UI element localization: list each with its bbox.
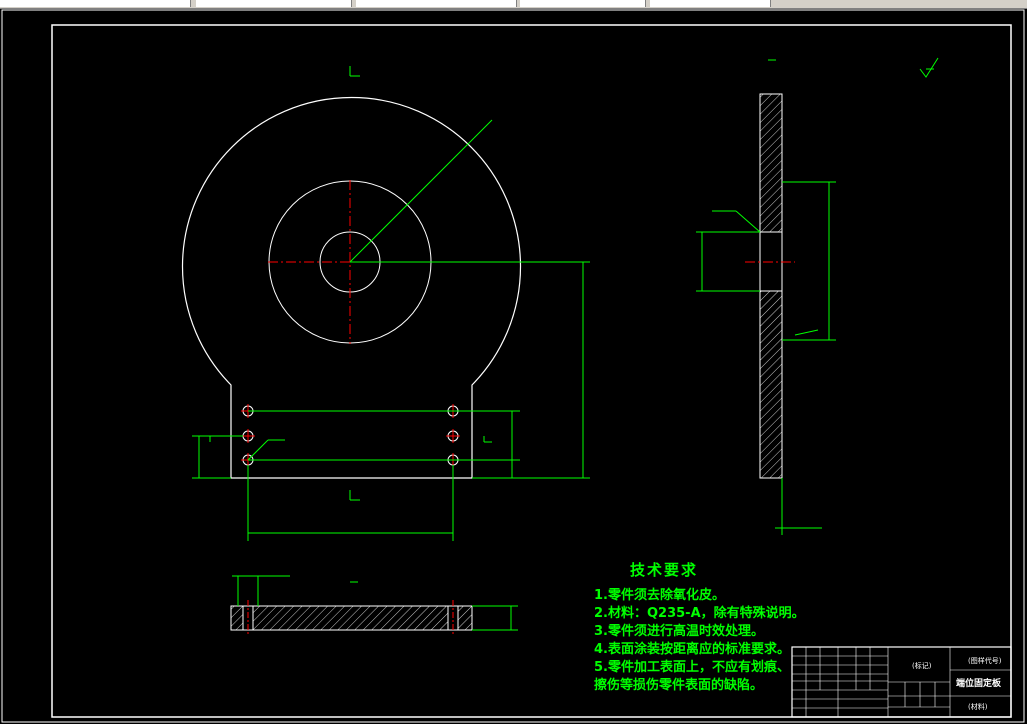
title-block-mark: (标记) <box>912 661 932 670</box>
top-view <box>230 575 518 636</box>
surface-finish-symbol <box>919 57 939 78</box>
toolbar-field[interactable] <box>650 0 771 7</box>
requirement-item: 5.零件加工表面上，不应有划痕、 <box>594 659 790 675</box>
hole-centermarks <box>241 404 460 467</box>
toolbar-field[interactable] <box>356 0 517 7</box>
title-block: (标记) (图样代号) 端位固定板 (材料) <box>791 646 1012 718</box>
technical-requirements: 技术要求 1.零件须去除氧化皮。 2.材料：Q235-A，除有特殊说明。 3.零… <box>594 561 805 693</box>
toolbar-field[interactable] <box>0 0 191 7</box>
plate-outline <box>181 96 522 479</box>
side-section-view <box>696 59 836 535</box>
title-block-part-name: 端位固定板 <box>956 677 1002 689</box>
requirement-item: 擦伤等损伤零件表面的缺陷。 <box>594 677 763 693</box>
mounting-holes <box>242 405 459 466</box>
front-view-dimensions <box>192 66 590 541</box>
title-block-drawing-code: (图样代号) <box>968 656 1002 665</box>
requirements-title: 技术要求 <box>630 561 698 579</box>
toolbar-field[interactable] <box>520 0 646 7</box>
cad-drawing-canvas[interactable]: 技术要求 1.零件须去除氧化皮。 2.材料：Q235-A，除有特殊说明。 3.零… <box>0 8 1027 724</box>
requirement-item: 1.零件须去除氧化皮。 <box>594 587 725 603</box>
requirement-item: 2.材料：Q235-A，除有特殊说明。 <box>594 605 805 621</box>
inner-frame <box>51 24 1012 718</box>
outer-frame <box>1 9 1025 723</box>
requirement-item: 4.表面涂装按距离应的标准要求。 <box>594 641 790 657</box>
toolbar-field[interactable] <box>196 0 352 7</box>
title-block-material: (材料) <box>968 702 988 711</box>
requirement-item: 3.零件须进行高温时效处理。 <box>594 623 764 639</box>
plate-top-section <box>230 605 473 631</box>
front-view <box>181 66 590 541</box>
